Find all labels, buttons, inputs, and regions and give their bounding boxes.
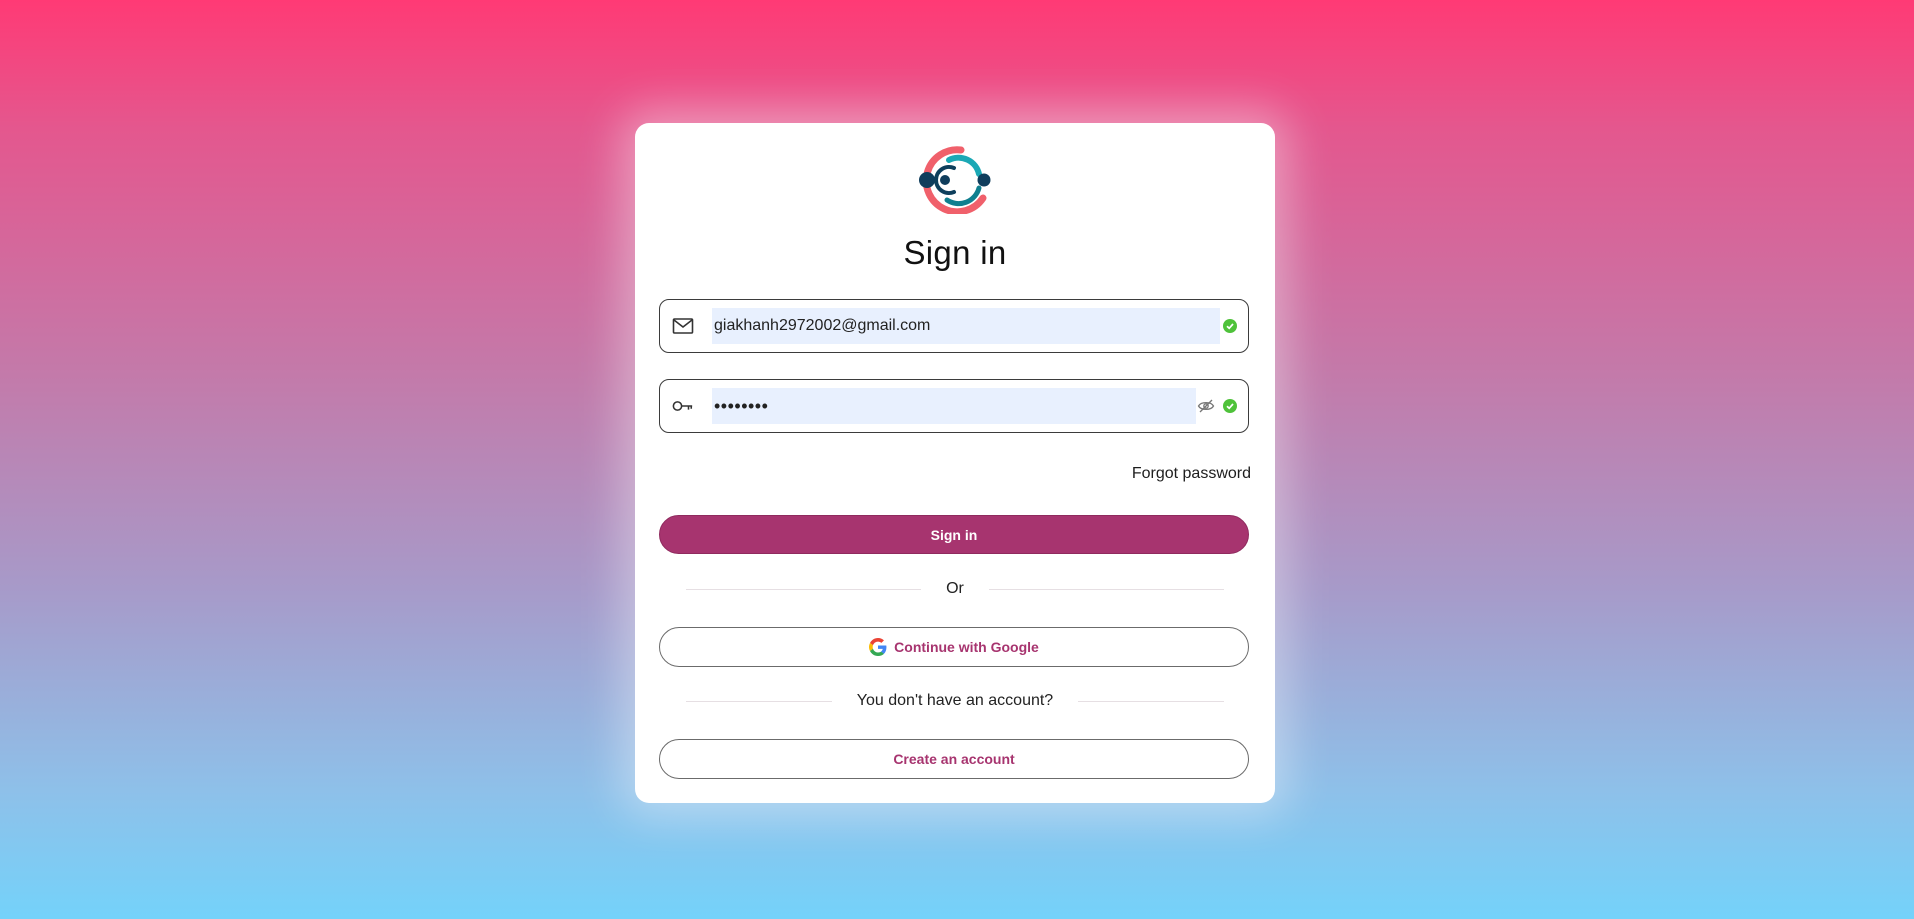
email-field[interactable] <box>659 299 1249 353</box>
app-logo <box>919 146 991 214</box>
password-input[interactable] <box>712 388 1196 424</box>
key-icon <box>672 395 694 417</box>
divider-line <box>988 588 1224 590</box>
or-divider: Or <box>686 580 1224 598</box>
forgot-password-link[interactable]: Forgot password <box>1132 465 1251 483</box>
google-button-label: Continue with Google <box>894 639 1039 655</box>
check-icon <box>1223 399 1237 413</box>
divider-line <box>686 588 922 590</box>
check-icon <box>1223 319 1237 333</box>
divider-line <box>1078 700 1224 702</box>
sign-in-card: Sign in giakhanh2972002@gmail.com ••••••… <box>635 123 1275 803</box>
mail-icon <box>672 315 694 337</box>
divider-line <box>686 700 832 702</box>
create-account-button[interactable]: Create an account <box>659 739 1249 779</box>
account-divider: You don't have an account? <box>686 692 1224 710</box>
no-account-label: You don't have an account? <box>856 692 1054 709</box>
eye-off-icon[interactable] <box>1197 397 1215 415</box>
continue-with-google-button[interactable]: Continue with Google <box>659 627 1249 667</box>
or-label: Or <box>946 580 964 597</box>
email-input[interactable] <box>712 308 1220 344</box>
page-title: Sign in <box>903 234 1007 271</box>
password-field[interactable] <box>659 379 1249 433</box>
google-icon <box>869 638 887 656</box>
sign-in-button[interactable]: Sign in <box>659 515 1249 554</box>
